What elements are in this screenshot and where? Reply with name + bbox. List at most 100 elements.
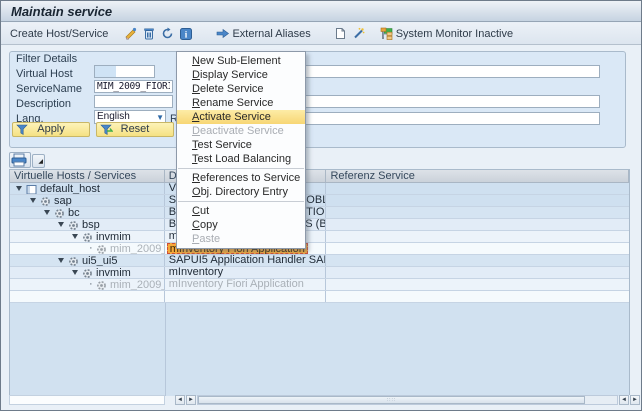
print-button[interactable] [9,152,31,168]
service-path-input[interactable] [304,65,600,78]
referenz-service-cell[interactable] [326,231,629,242]
menu-separator [178,168,304,169]
tree-node-cell[interactable]: ·mim_2009_fiori [10,243,165,254]
scroll-left-button-2[interactable]: ◄ [619,395,629,405]
column-header-referenz-service[interactable]: Referenz Service [326,170,629,182]
ref-service-input[interactable] [304,95,600,108]
service-icon [96,280,107,291]
scrollbar-thumb[interactable]: :::: [198,396,585,404]
referenz-service-cell[interactable] [326,267,629,278]
tree-node-cell[interactable]: invmim [10,231,165,242]
tree-node-label: invmim [96,268,131,279]
chevron-down-icon: ▼ [156,113,164,122]
menu-item-obj-directory-entry[interactable]: Obj. Directory Entry [177,185,305,199]
menu-item-new-sub-element[interactable]: New Sub-Element [177,54,305,68]
table-row-sap: sapSAP NAMESPACE; SAP IS OBLIGED NOT T..… [10,195,629,207]
external-aliases-button[interactable]: External Aliases [213,25,313,43]
referenz-service-cell[interactable] [326,195,629,206]
leaf-bullet: · [89,243,93,254]
table-row-mim_2009_fiori: ·mim_2009_fiorimInventory Fiori Applicat… [10,279,629,291]
menu-item-copy[interactable]: Copy [177,218,305,232]
service-icon [68,220,79,231]
scroll-left-button[interactable]: ◄ [175,395,185,405]
service-icon [40,196,51,207]
wizard-button[interactable] [349,25,368,43]
filter-icon [16,124,28,136]
tree-node-cell[interactable]: sap [10,195,165,206]
print-options-dropdown[interactable]: ◢ [32,154,45,168]
menu-item-activate-service[interactable]: Activate Service [177,110,305,124]
referenz-service-cell[interactable] [326,279,629,290]
menu-item-references-to-service[interactable]: References to Service [177,171,305,185]
filter-details-title: Filter Details [16,53,77,65]
servicename-label: ServiceName [16,83,82,95]
menu-item-cut[interactable]: Cut [177,204,305,218]
tree-node-cell[interactable]: bc [10,207,165,218]
menu-item-rename-service[interactable]: Rename Service [177,96,305,110]
hierarchy-icon [380,27,393,40]
apply-button[interactable]: Apply [12,122,90,137]
scrollbar-track[interactable]: :::: [197,395,618,405]
trash-icon [143,27,155,40]
menu-item-delete-service[interactable]: Delete Service [177,82,305,96]
table-row-bc: bcBASIS TREE (BASIS FUNCTIONS) [10,207,629,219]
collapse-icon[interactable] [44,210,50,215]
collapse-icon[interactable] [58,258,64,263]
hierarchy-button[interactable] [377,25,396,43]
referenz-service-cell[interactable] [326,243,629,254]
tree-node-label: default_host [40,184,100,195]
documentation-cell[interactable]: mInventory Fiori Application [165,279,327,290]
scroll-right-button-2[interactable]: ► [630,395,640,405]
referenz-service-cell[interactable] [326,183,629,194]
tree-node-cell[interactable]: ·mim_2009_fiori [10,279,165,290]
tree-node-cell[interactable]: default_host [10,183,165,194]
table-header-row: Virtuelle Hosts / Services Documentation… [10,170,629,183]
refresh-button[interactable] [158,25,177,43]
collapse-icon[interactable] [72,234,78,239]
create-host-service-button[interactable]: Create Host/Service [7,25,111,43]
system-monitor-button[interactable]: System Monitor Inactive [378,25,516,43]
collapse-icon[interactable] [16,186,22,191]
service-icon [82,268,93,279]
tree-table-body: default_hostVIRTUAL DEFAULT HOSTsapSAP N… [10,183,629,303]
service-icon [96,244,107,255]
services-tree-table: Virtuelle Hosts / Services Documentation… [9,169,630,395]
tree-node-label: bc [68,208,80,219]
table-row-mim_2009_fiori: ·mim_2009_fiorimInventory Fiori Applicat… [10,243,629,255]
tree-node-cell[interactable]: ui5_ui5 [10,255,165,266]
menu-item-display-service[interactable]: Display Service [177,68,305,82]
virtual-host-label: Virtual Host [16,68,73,80]
table-row-ui5_ui5: ui5_ui5 SAPUI5 Application Handler SAPUI5… [10,255,629,267]
menu-item-test-service[interactable]: Test Service [177,138,305,152]
service-icon [68,256,79,267]
context-menu: New Sub-ElementDisplay ServiceDelete Ser… [176,51,306,249]
delete-button[interactable] [140,25,158,43]
documentation-cell[interactable]: mInventory [165,267,327,278]
table-row-invmim: invmimmInventory [10,231,629,243]
reset-button[interactable]: Reset [96,122,174,137]
servicename-input[interactable] [94,80,173,93]
virtual-host-selection [95,66,116,77]
tree-node-cell[interactable]: bsp [10,219,165,230]
referenz-service-cell[interactable] [326,219,629,230]
referenz-service-cell[interactable] [326,207,629,218]
info-button[interactable]: i [177,25,195,43]
collapse-icon[interactable] [30,198,36,203]
leaf-bullet: · [89,279,93,290]
table-row-bsp: bspBUSINESS SERVER PAGES (BSP) RUNTIME [10,219,629,231]
tree-node-cell[interactable]: invmim [10,267,165,278]
menu-item-test-load-balancing[interactable]: Test Load Balancing [177,152,305,166]
referenz-service-cell[interactable] [326,255,629,266]
description-input[interactable] [94,95,173,108]
display-change-button[interactable] [121,25,140,43]
tree-node-label: ui5_ui5 [82,256,117,267]
copy-button[interactable] [332,25,349,43]
tree-node-label: invmim [96,232,131,243]
collapse-icon[interactable] [58,222,64,227]
documentation-cell[interactable]: SAPUI5 Application Handler SAPUI5 Applic… [165,255,327,266]
collapse-icon[interactable] [72,270,78,275]
extra-filter-input[interactable] [304,112,600,125]
column-header-hosts-services[interactable]: Virtuelle Hosts / Services [10,170,165,182]
tree-node-label: bsp [82,220,100,231]
scroll-right-button[interactable]: ► [186,395,196,405]
